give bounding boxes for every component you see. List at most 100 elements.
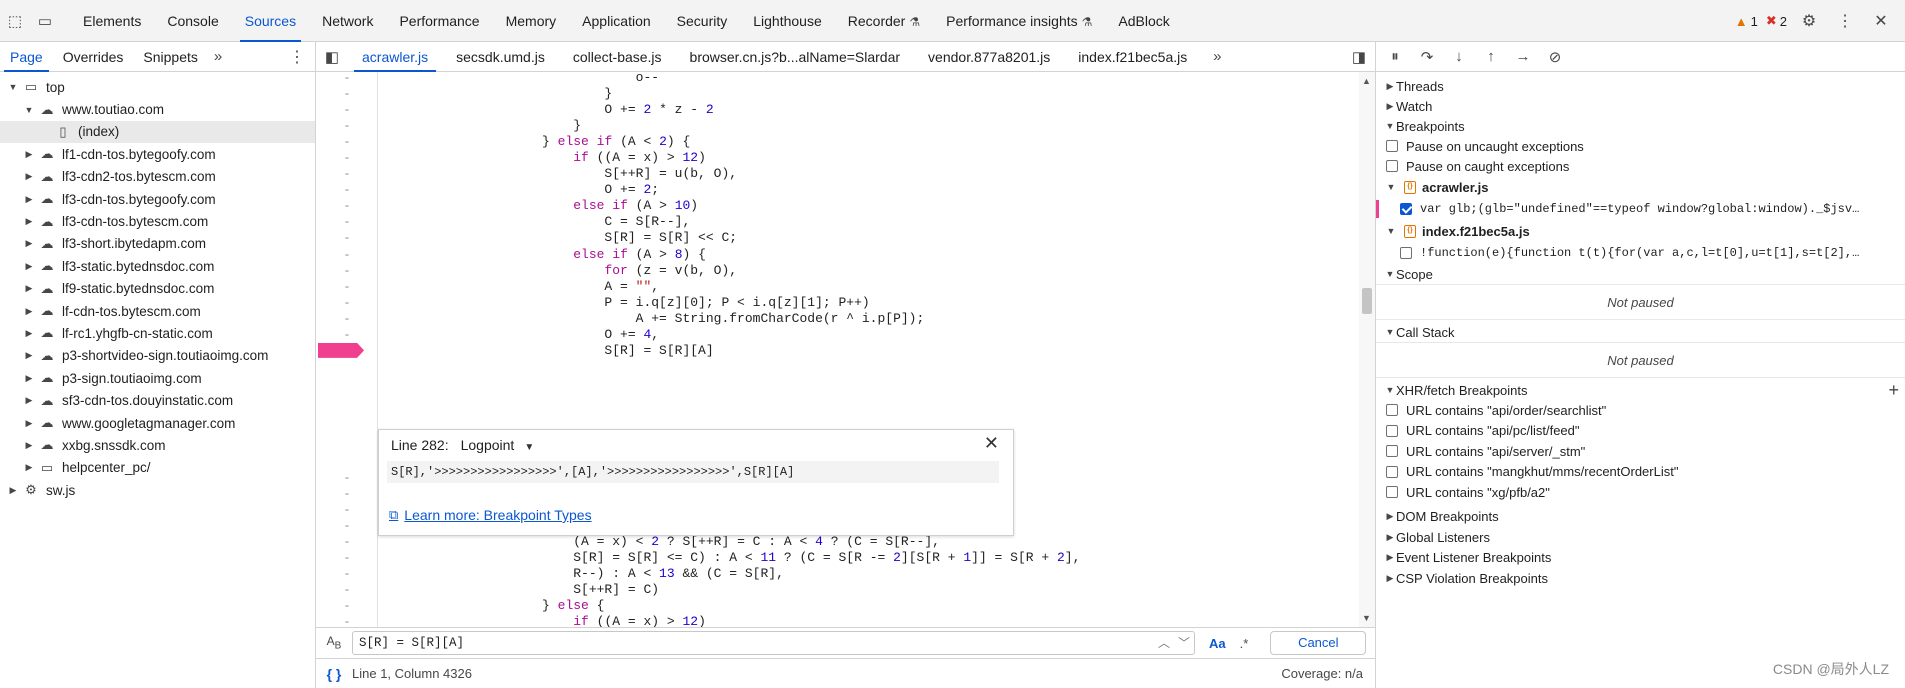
xhr-breakpoint-item[interactable]: URL contains "xg/pfb/a2": [1376, 482, 1905, 503]
event-listener-breakpoints-section[interactable]: ▶ Event Listener Breakpoints: [1376, 548, 1905, 569]
scope-section[interactable]: ▼ Scope: [1376, 264, 1905, 284]
tree-item[interactable]: ▶ ☁ lf9-static.bytednsdoc.com: [0, 278, 315, 300]
match-case-button[interactable]: Aa: [1209, 636, 1226, 651]
regex-button[interactable]: .*: [1240, 636, 1249, 651]
threads-section[interactable]: ▶ Threads: [1376, 76, 1905, 96]
gutter-mark[interactable]: -: [316, 198, 378, 214]
line-gutter[interactable]: ----------------------------: [316, 72, 378, 627]
tab-security[interactable]: Security: [664, 0, 741, 42]
breakpoint-file-header[interactable]: ▼ {} acrawler.js: [1376, 176, 1905, 198]
breakpoint-entry[interactable]: !function(e){function t(t){for(var a,c,l…: [1376, 242, 1905, 264]
xhr-breakpoints-section[interactable]: ▼ XHR/fetch Breakpoints +: [1376, 380, 1905, 400]
gutter-mark[interactable]: -: [316, 102, 378, 118]
cancel-button[interactable]: Cancel: [1270, 631, 1367, 655]
gutter-mark[interactable]: -: [316, 118, 378, 134]
gutter-mark[interactable]: -: [316, 311, 378, 327]
close-icon[interactable]: ✕: [984, 433, 999, 454]
settings-gear-icon[interactable]: ⚙: [1795, 11, 1823, 31]
more-tabs-chevron-icon[interactable]: »: [1201, 48, 1233, 65]
tab-lighthouse[interactable]: Lighthouse: [740, 0, 835, 42]
tree-item[interactable]: ▶ ☁ lf1-cdn-tos.bytegoofy.com: [0, 143, 315, 165]
gutter-mark[interactable]: -: [316, 550, 378, 566]
tree-item[interactable]: ▶ ☁ sf3-cdn-tos.douyinstatic.com: [0, 389, 315, 411]
pause-uncaught-checkbox[interactable]: Pause on uncaught exceptions: [1376, 136, 1905, 156]
tab-network[interactable]: Network: [309, 0, 386, 42]
more-options-icon[interactable]: ⋮: [1831, 11, 1859, 31]
tree-item[interactable]: ▶ ☁ p3-sign.toutiaoimg.com: [0, 367, 315, 389]
deactivate-breakpoints-icon[interactable]: ⊘: [1544, 48, 1566, 66]
tree-item[interactable]: ▶ ☁ lf3-cdn-tos.bytescm.com: [0, 210, 315, 232]
tab-adblock[interactable]: AdBlock: [1105, 0, 1182, 42]
tree-item[interactable]: ▶ ☁ xxbg.snssdk.com: [0, 434, 315, 456]
tree-item[interactable]: ▼ ☁ www.toutiao.com: [0, 98, 315, 120]
pause-icon[interactable]: ⏸: [1384, 48, 1406, 65]
xhr-breakpoint-item[interactable]: URL contains "api/server/_stm": [1376, 441, 1905, 462]
tab-console[interactable]: Console: [154, 0, 231, 42]
tree-item[interactable]: ▶ ☁ lf3-cdn2-tos.bytescm.com: [0, 166, 315, 188]
tree-item[interactable]: ▶ ☁ lf-rc1.yhgfb-cn-static.com: [0, 322, 315, 344]
checkbox-icon[interactable]: [1400, 203, 1412, 215]
tab-snippets[interactable]: Snippets: [133, 42, 207, 72]
scroll-down-icon[interactable]: ▼: [1362, 613, 1371, 623]
tab-overrides[interactable]: Overrides: [53, 42, 134, 72]
editor-tab[interactable]: secsdk.umd.js: [442, 42, 559, 72]
breakpoint-types-link[interactable]: ⧉ Learn more: Breakpoint Types: [389, 507, 592, 523]
gutter-mark[interactable]: -: [316, 72, 378, 86]
csp-violation-breakpoints-section[interactable]: ▶ CSP Violation Breakpoints: [1376, 568, 1905, 589]
step-into-icon[interactable]: ↓: [1448, 48, 1470, 65]
add-xhr-breakpoint-icon[interactable]: +: [1888, 380, 1899, 401]
replace-toggle-icon[interactable]: AB: [316, 634, 352, 651]
step-icon[interactable]: →: [1512, 48, 1534, 65]
gutter-mark[interactable]: -: [316, 182, 378, 198]
gutter-mark[interactable]: -: [316, 166, 378, 182]
gutter-mark[interactable]: -: [316, 327, 378, 343]
checkbox-icon[interactable]: [1400, 247, 1412, 259]
tree-item[interactable]: ▶ ⚙ sw.js: [0, 479, 315, 501]
editor-vertical-scrollbar[interactable]: ▲ ▼: [1359, 72, 1375, 627]
gutter-mark[interactable]: -: [316, 295, 378, 311]
gutter-mark[interactable]: -: [316, 263, 378, 279]
search-prev-icon[interactable]: ︿: [1158, 634, 1170, 651]
errors-badge[interactable]: ✖ 2: [1766, 13, 1787, 29]
gutter-mark[interactable]: -: [316, 582, 378, 598]
inspect-element-icon[interactable]: ⬚: [0, 0, 30, 42]
tree-item[interactable]: ▶ ☁ www.googletagmanager.com: [0, 412, 315, 434]
editor-tab[interactable]: acrawler.js: [348, 42, 442, 72]
dom-breakpoints-section[interactable]: ▶ DOM Breakpoints: [1376, 507, 1905, 528]
breakpoint-entry[interactable]: var glb;(glb="undefined"==typeof window?…: [1376, 198, 1905, 220]
breakpoints-section[interactable]: ▼ Breakpoints: [1376, 116, 1905, 136]
step-out-icon[interactable]: ↑: [1480, 48, 1502, 65]
gutter-mark[interactable]: -: [316, 150, 378, 166]
more-tabs-chevron-icon[interactable]: »: [208, 48, 228, 65]
scrollbar-thumb[interactable]: [1362, 288, 1372, 314]
gutter-mark[interactable]: -: [316, 502, 378, 518]
tab-performance[interactable]: Performance: [386, 0, 492, 42]
tab-sources[interactable]: Sources: [232, 0, 309, 42]
gutter-mark[interactable]: -: [316, 134, 378, 150]
xhr-breakpoint-item[interactable]: URL contains "api/pc/list/feed": [1376, 421, 1905, 442]
toggle-debugger-icon[interactable]: ◨: [1343, 48, 1375, 66]
close-icon[interactable]: ✕: [1867, 11, 1895, 31]
gutter-mark[interactable]: -: [316, 247, 378, 263]
tree-item[interactable]: ▯ (index): [0, 120, 315, 144]
xhr-breakpoint-item[interactable]: URL contains "mangkhut/mms/recentOrderLi…: [1376, 462, 1905, 483]
gutter-mark[interactable]: -: [316, 614, 378, 627]
navigator-menu-icon[interactable]: ⋮: [289, 47, 305, 67]
toggle-navigator-icon[interactable]: ◧: [316, 48, 348, 66]
tree-item[interactable]: ▶ ☁ lf3-cdn-tos.bytegoofy.com: [0, 188, 315, 210]
tab-recorder[interactable]: Recorder ⚗: [835, 0, 933, 42]
watch-section[interactable]: ▶ Watch: [1376, 96, 1905, 116]
xhr-breakpoint-item[interactable]: URL contains "api/order/searchlist": [1376, 400, 1905, 421]
tab-elements[interactable]: Elements: [70, 0, 154, 42]
warnings-badge[interactable]: ▲ 1: [1735, 14, 1758, 29]
editor-tab[interactable]: browser.cn.js?b...alName=Slardar: [676, 42, 915, 72]
editor-tab[interactable]: index.f21bec5a.js: [1064, 42, 1201, 72]
step-over-icon[interactable]: ↷: [1416, 48, 1438, 66]
pause-caught-checkbox[interactable]: Pause on caught exceptions: [1376, 156, 1905, 176]
tree-item[interactable]: ▶ ▭ helpcenter_pc/: [0, 457, 315, 479]
tree-item[interactable]: ▶ ☁ p3-shortvideo-sign.toutiaoimg.com: [0, 345, 315, 367]
gutter-mark[interactable]: -: [316, 518, 378, 534]
gutter-mark[interactable]: -: [316, 214, 378, 230]
gutter-mark[interactable]: -: [316, 86, 378, 102]
device-toolbar-icon[interactable]: ▭: [30, 0, 60, 42]
